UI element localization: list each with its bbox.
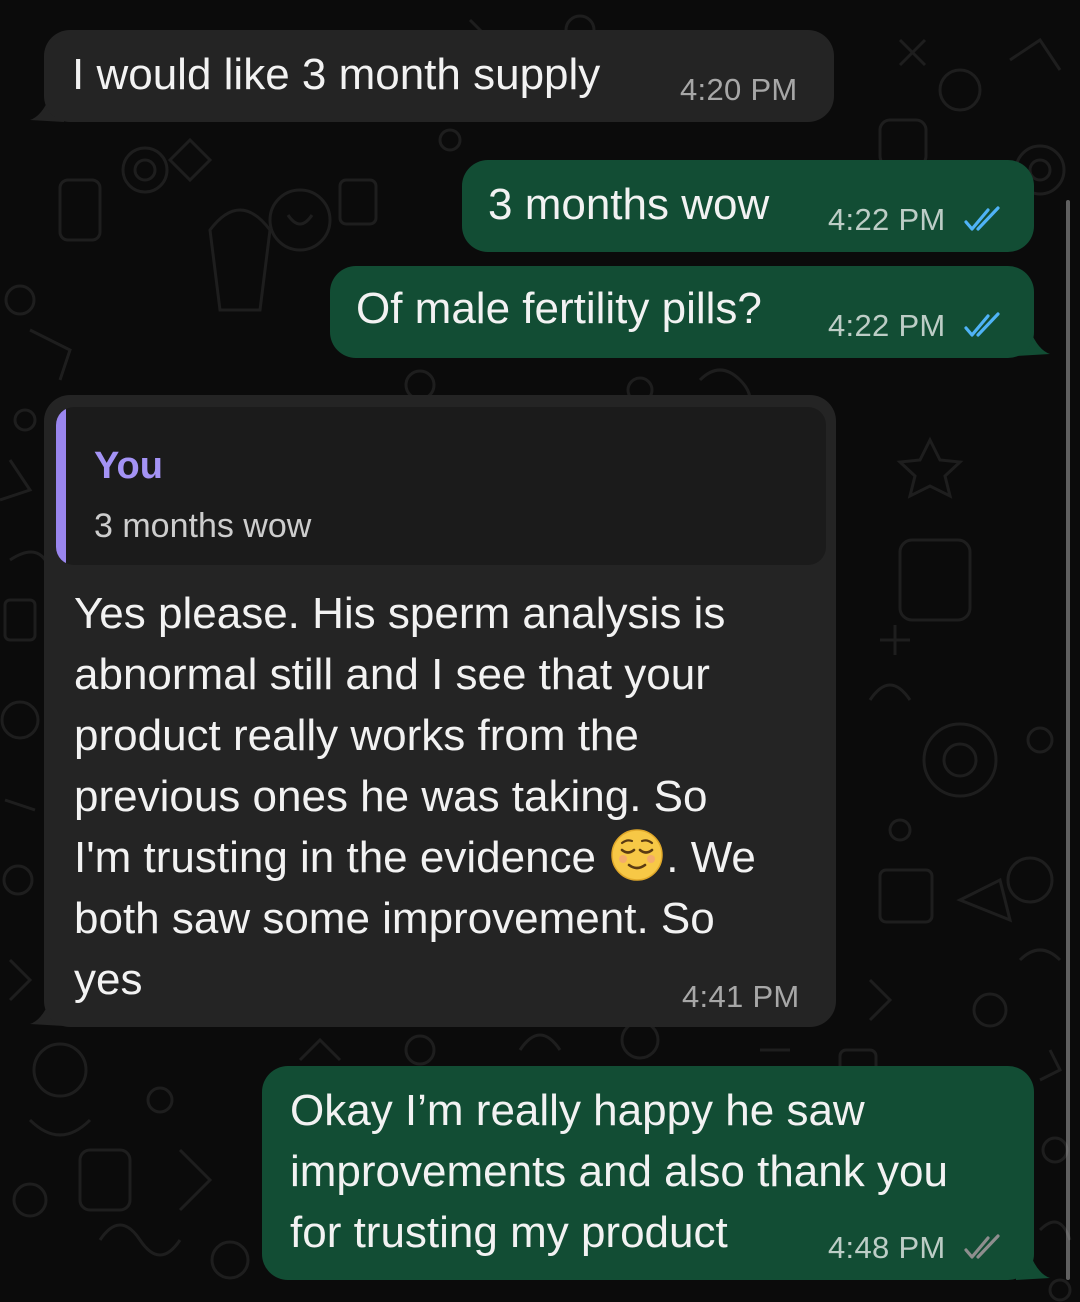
message-text: I would like 3 month supply (72, 50, 601, 99)
message-text-line: Yes please. His sperm analysis is (74, 589, 726, 638)
message-timestamp: 4:20 PM (680, 72, 798, 107)
message-timestamp: 4:22 PM (828, 308, 946, 343)
message-text-line: product really works from the (74, 711, 639, 760)
message-bubble-outgoing[interactable]: Okay I’m really happy he saw improvement… (262, 1066, 1034, 1280)
message-bubble-incoming[interactable]: You 3 months wow Yes please. His sperm a… (44, 395, 836, 1027)
message-bubble-outgoing[interactable]: 3 months wow 4:22 PM (462, 160, 1034, 252)
message-text-line: yes (74, 955, 143, 1004)
message-text: Of male fertility pills? (356, 284, 762, 333)
message-timestamp: 4:22 PM (828, 202, 946, 237)
quote-author: You (94, 445, 163, 487)
message-text-line: abnormal still and I see that your (74, 650, 710, 699)
message-text-line: I'm trusting in the evidence . We (74, 827, 756, 888)
chat-scrollbar[interactable] (1066, 200, 1070, 1280)
read-ticks-icon (964, 312, 1000, 337)
message-text-line: Okay I’m really happy he saw (290, 1086, 865, 1135)
quote-accent-bar (56, 407, 66, 565)
quote-text: 3 months wow (94, 507, 312, 545)
delivered-ticks-icon (964, 1234, 1000, 1259)
reply-quote[interactable]: You 3 months wow (56, 407, 826, 565)
message-text-line: improvements and also thank you (290, 1147, 948, 1196)
message-text-line: previous ones he was taking. So (74, 772, 708, 821)
message-timestamp: 4:48 PM (828, 1230, 946, 1265)
message-text-segment: I'm trusting in the evidence (74, 833, 597, 882)
message-bubble-outgoing[interactable]: Of male fertility pills? 4:22 PM (330, 266, 1034, 358)
message-text-line: for trusting my product (290, 1208, 728, 1257)
read-ticks-icon (964, 206, 1000, 231)
relieved-face-icon (611, 829, 663, 881)
message-text-segment: . We (666, 833, 756, 882)
message-bubble-incoming[interactable]: I would like 3 month supply 4:20 PM (44, 30, 834, 122)
message-timestamp: 4:41 PM (682, 979, 800, 1014)
message-text-line: both saw some improvement. So (74, 894, 715, 943)
message-text: 3 months wow (488, 180, 770, 229)
